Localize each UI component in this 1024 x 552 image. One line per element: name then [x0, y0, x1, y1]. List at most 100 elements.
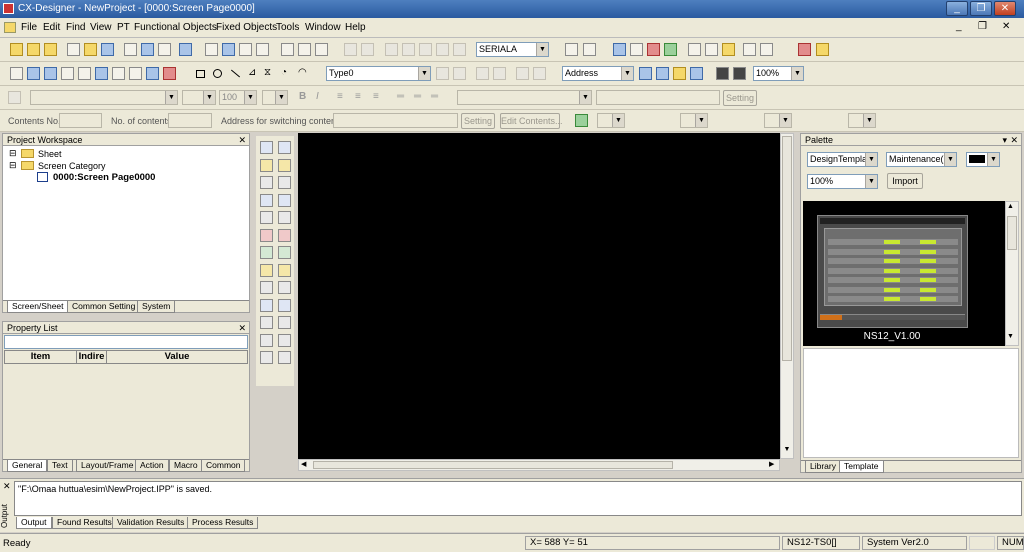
paste-icon[interactable] — [419, 43, 432, 56]
id-icon[interactable] — [656, 67, 669, 80]
chevron-down-icon[interactable]: ▼ — [536, 43, 548, 56]
canvas-vertical-scrollbar[interactable]: ▲ ▼ — [780, 133, 794, 459]
menu-window[interactable]: Window — [305, 22, 341, 33]
chevron-down-icon[interactable]: ▼ — [695, 114, 707, 127]
chevron-down-icon[interactable]: ▼ — [863, 114, 875, 127]
valign-bottom-icon[interactable]: ═ — [431, 91, 438, 102]
color-select[interactable]: ▼ — [262, 90, 288, 105]
address-display-icon[interactable] — [639, 67, 652, 80]
valign-middle-icon[interactable]: ═ — [414, 91, 421, 102]
object-pb-icon[interactable] — [260, 141, 273, 154]
brush-icon[interactable] — [575, 114, 588, 127]
template-preview-area[interactable]: NS12_V1.00 — [803, 201, 1005, 346]
align-left-icon[interactable] — [436, 67, 449, 80]
chevron-down-icon[interactable]: ▼ — [987, 153, 999, 166]
chevron-down-icon[interactable]: ▼ — [779, 114, 791, 127]
align-center-icon[interactable] — [453, 67, 466, 80]
redo-icon[interactable] — [361, 43, 374, 56]
object-date-icon[interactable] — [278, 263, 291, 277]
tree-expand-icon[interactable]: ⊟ — [9, 148, 17, 159]
chevron-down-icon[interactable]: ▼ — [865, 175, 877, 188]
cut-icon[interactable] — [385, 43, 398, 56]
text-box-icon[interactable] — [61, 67, 74, 80]
mdi-minimize-button[interactable]: _ — [956, 21, 962, 32]
menu-file[interactable]: File — [21, 22, 37, 33]
zoom-select[interactable]: 100% ▼ — [753, 66, 804, 81]
lamp-icon[interactable] — [673, 67, 686, 80]
label-text-field[interactable] — [596, 90, 720, 105]
mdi-restore-button[interactable]: ❐ — [978, 21, 987, 32]
book-icon[interactable] — [798, 43, 811, 56]
bold-icon[interactable]: B — [299, 91, 306, 102]
menu-pt[interactable]: PT — [117, 22, 130, 33]
tab-system[interactable]: System — [137, 301, 176, 313]
object-mf-icon[interactable] — [278, 176, 291, 189]
new-project-icon[interactable] — [10, 43, 23, 56]
tab-output[interactable]: Output — [16, 517, 52, 529]
page-setup-icon[interactable] — [760, 43, 773, 56]
maximize-button[interactable]: ❐ — [970, 1, 992, 16]
table-icon[interactable] — [44, 67, 57, 80]
dark-layout-icon[interactable] — [733, 67, 746, 80]
object-123-icon[interactable] — [278, 193, 291, 207]
find-icon[interactable] — [565, 43, 578, 56]
transfer-icon[interactable] — [630, 43, 643, 56]
palette-template-select[interactable]: Maintenance(C ▼ — [886, 152, 957, 167]
open-folder-icon[interactable] — [44, 43, 57, 56]
tab-layout-frame[interactable]: Layout/Frame — [76, 460, 139, 472]
object-b-icon[interactable] — [278, 158, 291, 172]
page-icon[interactable] — [158, 43, 171, 56]
tab-validation-results[interactable]: Validation Results — [112, 517, 190, 529]
open-screen-icon[interactable] — [84, 43, 97, 56]
chevron-down-icon[interactable]: ▼ — [579, 91, 591, 104]
tree-expand-icon[interactable]: ⊟ — [9, 160, 17, 171]
open-project-icon[interactable] — [27, 43, 40, 56]
align-bottom-icon[interactable] — [533, 67, 546, 80]
tab-found-results[interactable]: Found Results — [52, 517, 117, 529]
object-list-icon[interactable] — [278, 211, 291, 224]
chevron-down-icon[interactable]: ▼ — [244, 91, 256, 104]
align-top-icon[interactable] — [493, 67, 506, 80]
image-icon[interactable] — [690, 67, 703, 80]
copy-screen-icon[interactable] — [205, 43, 218, 56]
no-entry-icon[interactable] — [163, 67, 176, 80]
new-screen-icon[interactable] — [67, 43, 80, 56]
object-color-icon[interactable] — [278, 298, 291, 312]
template-thumbnail[interactable] — [817, 215, 968, 328]
object-dot-icon[interactable] — [278, 281, 291, 294]
align-middle-icon[interactable] — [516, 67, 529, 80]
mdi-close-button[interactable]: ✕ — [1002, 21, 1010, 32]
object-time-icon[interactable] — [260, 281, 273, 294]
undo-icon[interactable] — [344, 43, 357, 56]
output-log-area[interactable]: "F:\Omaa huttua\esim\NewProject.IPP" is … — [14, 481, 1022, 516]
align-right-icon[interactable] — [476, 67, 489, 80]
save-icon[interactable] — [101, 43, 114, 56]
validate-icon[interactable] — [613, 43, 626, 56]
edit-contents-button[interactable]: Edit Contents... — [500, 113, 563, 129]
line-width-select[interactable]: ▼ — [680, 113, 708, 128]
screen-canvas[interactable] — [298, 133, 780, 459]
scroll-thumb[interactable] — [1007, 216, 1017, 250]
object-line-icon[interactable] — [278, 316, 291, 329]
tab-text[interactable]: Text — [47, 460, 73, 472]
chevron-down-icon[interactable]: ▼ — [865, 153, 877, 166]
palette-zoom-select[interactable]: 100% ▼ — [807, 174, 878, 189]
screen-list-icon[interactable] — [222, 43, 235, 56]
text-align-center-icon[interactable]: ≡ — [355, 91, 361, 102]
palette-category-select[interactable]: DesignTemplat ▼ — [807, 152, 878, 167]
polyline-icon[interactable]: ⊿ — [248, 67, 256, 78]
id-display-icon[interactable] — [95, 67, 108, 80]
circle-icon[interactable] — [213, 69, 222, 78]
object-grid-icon[interactable] — [278, 351, 291, 364]
chevron-down-icon[interactable]: ▼ — [791, 67, 803, 80]
import-button[interactable]: Import — [887, 173, 923, 189]
help-icon[interactable] — [816, 43, 829, 56]
select-all-icon[interactable] — [453, 43, 466, 56]
zoom-frame-icon[interactable] — [146, 67, 159, 80]
tab-template[interactable]: Template — [839, 461, 884, 473]
font-size-select[interactable]: 100 ▼ — [219, 90, 257, 105]
edit-document-icon[interactable] — [705, 43, 718, 56]
layout-icon[interactable] — [129, 67, 142, 80]
setting-button[interactable]: Setting — [461, 113, 495, 129]
tools-icon[interactable] — [688, 43, 701, 56]
